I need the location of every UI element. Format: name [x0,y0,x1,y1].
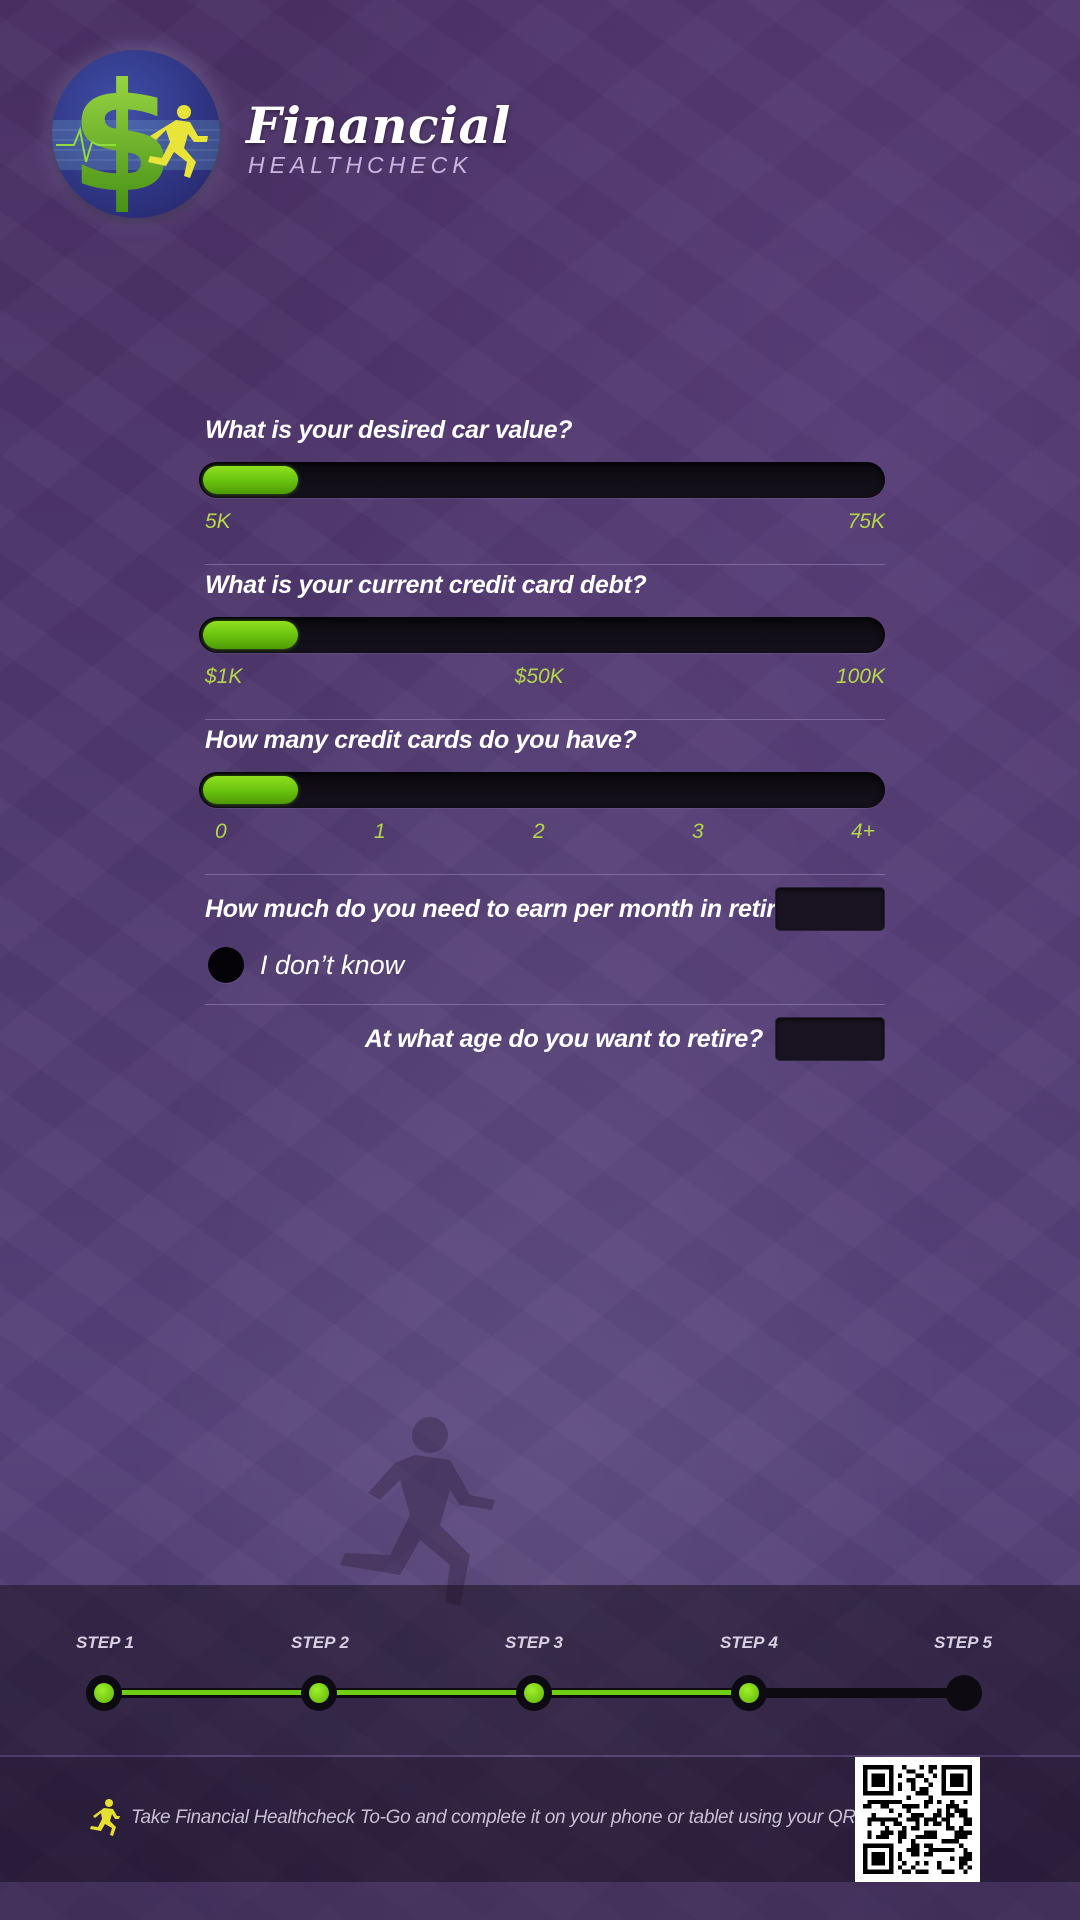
step-1-dot[interactable] [86,1675,122,1711]
footer-text: Take Financial Healthcheck To-Go and com… [131,1807,919,1828]
step-2-dot[interactable] [301,1675,337,1711]
step-4-dot[interactable] [731,1675,767,1711]
step-2-label: STEP 2 [291,1633,349,1652]
slider-fill[interactable] [203,466,298,494]
steps-progress: STEP 1 STEP 2 STEP 3 STEP 4 STEP 5 [0,1585,1080,1755]
credit-cards-slider[interactable] [199,772,885,808]
question-label: At what age do you want to retire? [364,1025,763,1053]
bottom-strip [0,1882,1080,1920]
brand-title: Financial [246,96,511,155]
slider-fill[interactable] [203,621,298,649]
question-label: What is your current credit card debt? [205,571,647,599]
tick-label: 1 [374,820,386,843]
tick-label: $1K [205,665,243,688]
tick-label: 3 [692,820,704,843]
credit-debt-question: What is your current credit card debt? $… [199,565,885,720]
footer: Take Financial Healthcheck To-Go and com… [0,1757,1080,1882]
slider-ticks: 0 1 2 3 4+ [205,820,885,850]
slider-ticks: $1K $50K 100K [205,665,885,695]
credit-cards-question: How many credit cards do you have? 0 1 2… [199,720,885,875]
slider-fill[interactable] [203,776,298,804]
step-progress-fill [103,1690,732,1695]
retirement-income-question: How much do you need to earn per month i… [205,875,885,1005]
tick-label: 0 [215,820,227,843]
runner-silhouette-icon [340,1417,495,1605]
tick-label: 4+ [851,820,875,843]
tick-label: $50K [514,665,564,688]
car-value-slider[interactable] [199,462,885,498]
dont-know-radio[interactable] [208,947,244,983]
questionnaire-form: What is your desired car value? 5K 75K W… [199,410,885,1075]
step-5-label: STEP 5 [934,1633,992,1652]
step-1-label: STEP 1 [76,1633,134,1652]
step-3-label: STEP 3 [505,1633,563,1652]
slider-ticks: 5K 75K [205,510,885,540]
tick-label: 2 [533,820,545,843]
question-label: How much do you need to earn per month i… [205,895,863,923]
dont-know-label[interactable]: I don’t know [260,950,404,981]
tick-label: 75K [847,510,885,533]
retire-age-input[interactable] [775,1017,885,1061]
retire-age-question: At what age do you want to retire? [205,1005,885,1075]
tick-label: 5K [205,510,231,533]
question-label: What is your desired car value? [205,416,573,444]
car-value-question: What is your desired car value? 5K 75K [199,410,885,565]
dollar-runner-logo-icon: $ [52,50,220,218]
dont-know-option[interactable]: I don’t know [205,947,404,983]
credit-debt-slider[interactable] [199,617,885,653]
step-5-dot-current[interactable] [946,1675,982,1711]
retirement-income-input[interactable] [775,887,885,931]
step-3-dot[interactable] [516,1675,552,1711]
qr-code-icon[interactable] [855,1757,980,1882]
runner-icon [90,1799,120,1836]
question-label: How many credit cards do you have? [205,726,637,754]
step-4-label: STEP 4 [720,1633,778,1652]
brand-subtitle: HEALTHCHECK [248,152,473,178]
tick-label: 100K [835,665,885,688]
